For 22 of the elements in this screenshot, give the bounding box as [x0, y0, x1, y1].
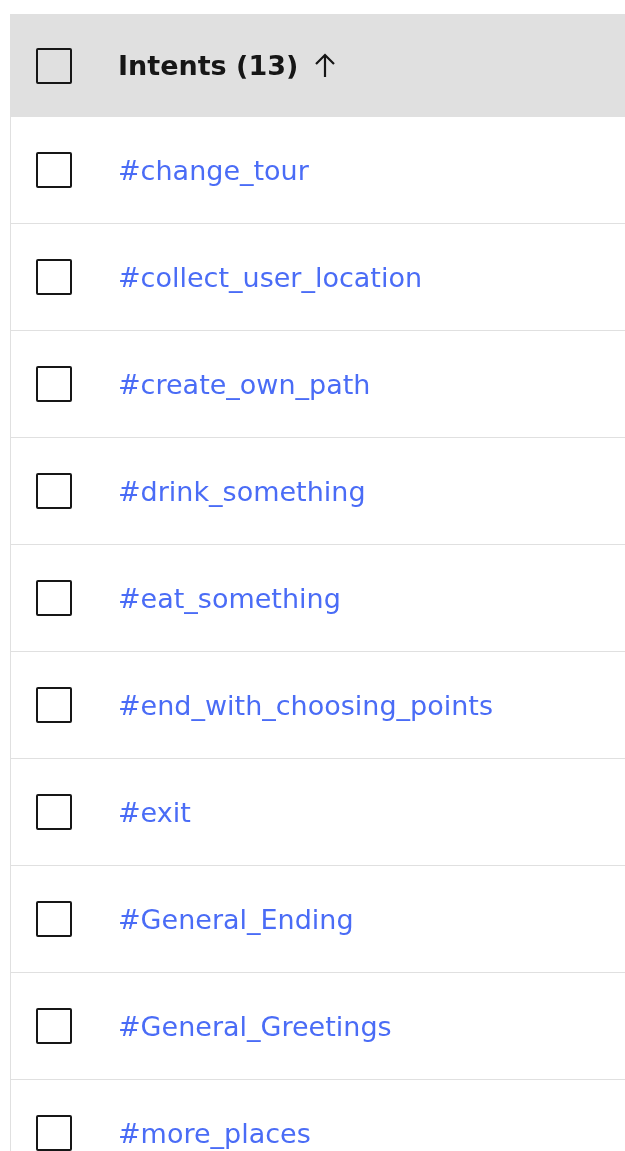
- intent-link[interactable]: #eat_something: [118, 582, 341, 614]
- checkbox[interactable]: [36, 1008, 72, 1044]
- checkbox[interactable]: [36, 259, 72, 295]
- checkbox[interactable]: [36, 152, 72, 188]
- checkbox[interactable]: [36, 47, 72, 84]
- checkbox[interactable]: [36, 366, 72, 402]
- intent-link[interactable]: #General_Ending: [118, 903, 354, 935]
- checkbox[interactable]: [36, 794, 72, 830]
- checkbox[interactable]: [36, 1115, 72, 1151]
- intent-link[interactable]: #create_own_path: [118, 368, 371, 400]
- intent-link[interactable]: #more_places: [118, 1117, 311, 1149]
- checkbox[interactable]: [36, 473, 72, 509]
- intent-link[interactable]: #exit: [118, 796, 191, 828]
- intent-link[interactable]: #collect_user_location: [118, 261, 423, 293]
- checkbox[interactable]: [36, 687, 72, 723]
- intent-link[interactable]: #change_tour: [118, 154, 309, 186]
- checkbox[interactable]: [36, 901, 72, 937]
- intent-link[interactable]: #General_Greetings: [118, 1010, 392, 1042]
- intent-link[interactable]: #drink_something: [118, 475, 366, 507]
- intent-link[interactable]: #end_with_choosing_points: [118, 689, 493, 721]
- checkbox[interactable]: [36, 580, 72, 616]
- column-heading[interactable]: Intents (13): [118, 50, 299, 81]
